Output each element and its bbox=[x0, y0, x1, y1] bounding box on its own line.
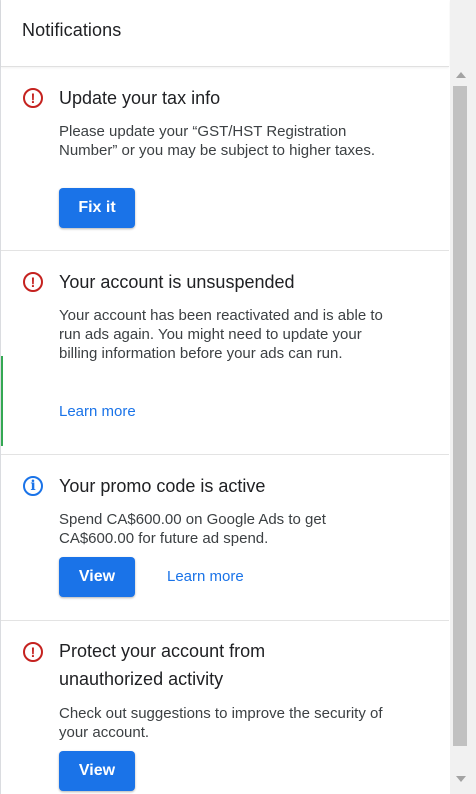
notification-card-protect-account: ! Protect your account from unauthorized… bbox=[1, 621, 449, 794]
notification-body: Please update your “GST/HST Registration… bbox=[59, 123, 375, 159]
notification-title: Your promo code is active bbox=[59, 476, 266, 496]
notification-card-account-unsuspended: ! Your account is unsuspended Your accou… bbox=[1, 251, 449, 455]
scrollbar-thumb[interactable] bbox=[453, 86, 467, 746]
notification-list[interactable]: ! Update your tax info Please update you… bbox=[1, 67, 449, 794]
learn-more-link[interactable]: Learn more bbox=[59, 402, 136, 422]
scrollbar[interactable] bbox=[450, 0, 476, 794]
notification-title: Your account is unsuspended bbox=[59, 272, 295, 292]
error-circle-icon: ! bbox=[23, 272, 43, 292]
notifications-panel: Notifications ! Update your tax info Ple… bbox=[0, 0, 476, 794]
notification-card-promo-code: i Your promo code is active Spend CA$600… bbox=[1, 455, 449, 621]
learn-more-link[interactable]: Learn more bbox=[167, 567, 244, 587]
notification-title: Update your tax info bbox=[59, 88, 221, 108]
error-circle-icon: ! bbox=[23, 642, 43, 662]
view-button[interactable]: View bbox=[59, 557, 135, 597]
notification-title: Protect your account from unauthorized a… bbox=[59, 641, 266, 689]
panel-header: Notifications bbox=[1, 0, 449, 67]
info-circle-icon: i bbox=[23, 476, 43, 496]
error-circle-icon: ! bbox=[23, 88, 43, 108]
view-button[interactable]: View bbox=[59, 751, 135, 791]
notification-body: Spend CA$600.00 on Google Ads to get CA$… bbox=[59, 511, 326, 547]
notification-card-tax-info: ! Update your tax info Please update you… bbox=[1, 67, 449, 251]
panel-title: Notifications bbox=[22, 20, 122, 40]
notification-body: Check out suggestions to improve the sec… bbox=[59, 705, 383, 741]
scroll-down-arrow-icon[interactable] bbox=[456, 776, 466, 782]
scroll-up-arrow-icon[interactable] bbox=[456, 72, 466, 78]
fix-it-button[interactable]: Fix it bbox=[59, 188, 135, 228]
notification-body: Your account has been reactivated and is… bbox=[59, 307, 383, 362]
